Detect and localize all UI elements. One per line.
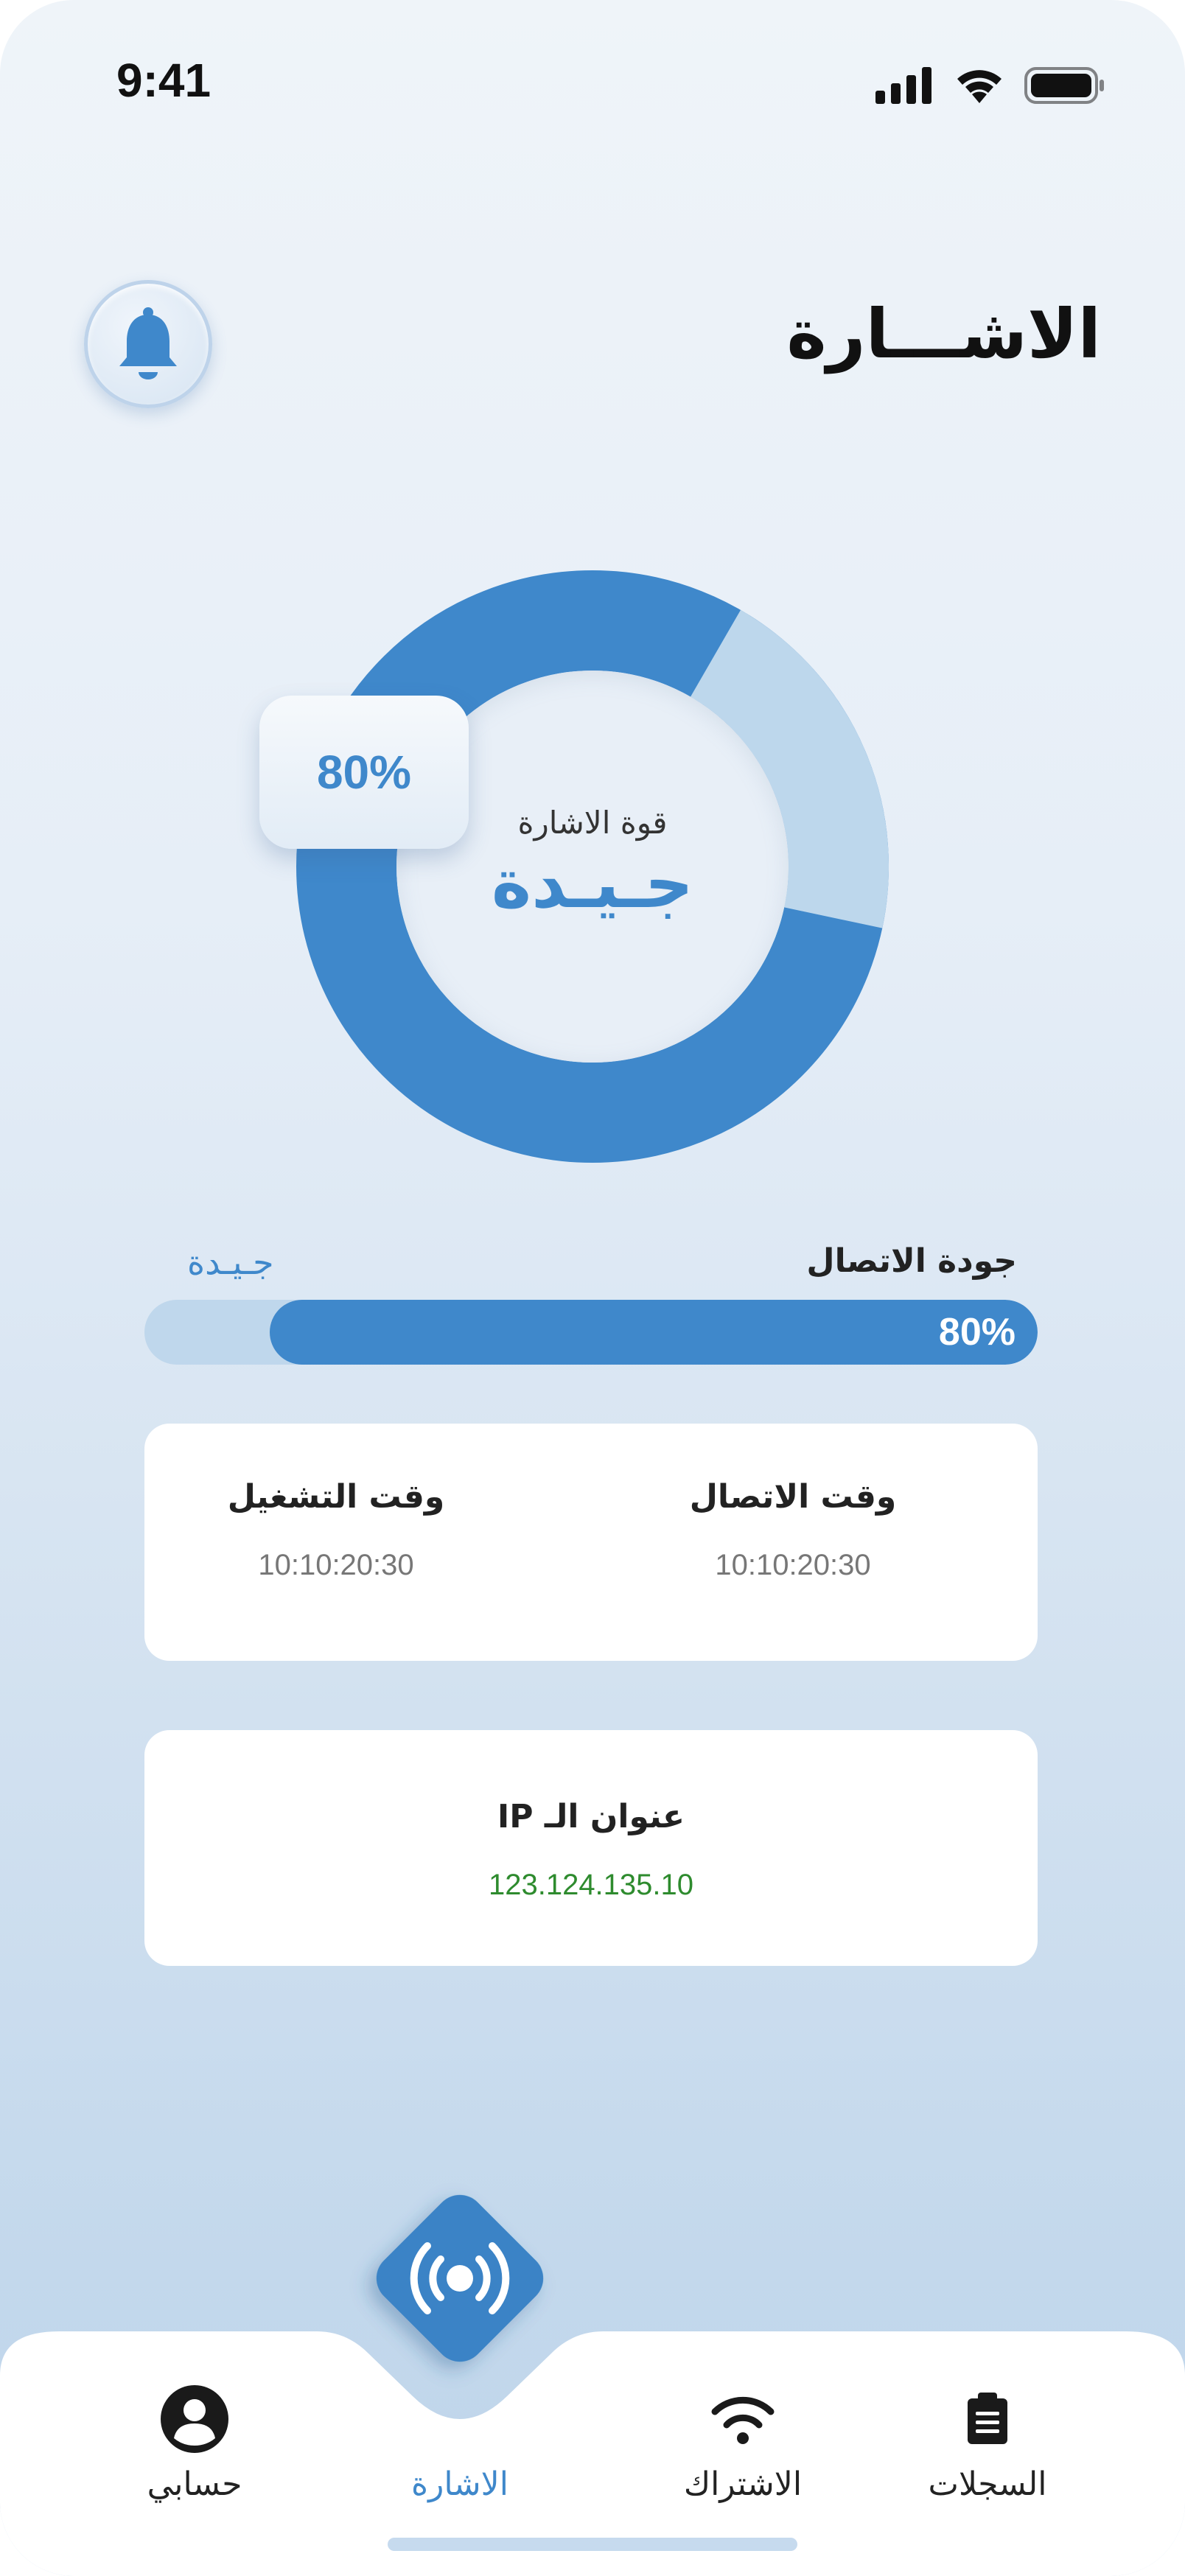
nav-label-subscription: الاشتراك [683, 2465, 803, 2503]
user-circle-icon [161, 2385, 228, 2453]
run-time-value: 10:10:20:30 [258, 1549, 414, 1581]
wifi-status-icon [957, 70, 1002, 103]
notifications-button[interactable] [84, 280, 212, 408]
bell-icon [119, 307, 177, 379]
connection-quality-percent: 80% [938, 1311, 1016, 1354]
status-icons [875, 66, 1105, 105]
signal-percent-badge: 80% [259, 696, 469, 849]
times-card: وقت الاتصال 10:10:20:30 وقت التشغيل 10:1… [144, 1424, 1038, 1661]
connection-time-value: 10:10:20:30 [715, 1549, 871, 1581]
wifi-icon [711, 2396, 775, 2444]
clipboard-icon [968, 2393, 1007, 2444]
signal-quality-word: جـيـدة [491, 844, 694, 923]
connection-quality-bar: 80% [144, 1300, 1038, 1365]
page-title: الاشـــارة [786, 295, 1101, 374]
status-time: 9:41 [116, 54, 212, 107]
nav-label-logs: السجلات [928, 2465, 1047, 2503]
signal-donut: قوة الاشارة جـيـدة [296, 570, 889, 1163]
ip-card: عنوان الـ IP 123.124.135.10 [144, 1730, 1038, 1966]
home-indicator [388, 2538, 797, 2551]
battery-icon [1024, 67, 1104, 104]
signal-fab-button[interactable] [345, 2163, 575, 2393]
signal-screen: 9:41 الاشـــارة قوة الاشارة جـيـدة 80% ج… [0, 0, 1185, 2576]
connection-quality-fill: 80% [269, 1300, 1038, 1365]
nav-item-subscription[interactable]: الاشتراك [647, 2379, 839, 2503]
nav-item-logs[interactable]: السجلات [892, 2379, 1083, 2503]
cellular-signal-icon [875, 67, 931, 104]
connection-quality-label: جودة الاتصال [806, 1242, 1017, 1280]
nav-label-signal: الاشارة [411, 2465, 508, 2503]
connection-quality-status: جـيـدة [187, 1242, 274, 1282]
ip-address-value: 123.124.135.10 [488, 1869, 694, 1901]
nav-item-account[interactable]: حسابي [99, 2379, 290, 2503]
nav-label-account: حسابي [147, 2465, 242, 2503]
run-time-label: وقت التشغيل [227, 1478, 445, 1516]
connection-time-label: وقت الاتصال [689, 1478, 897, 1516]
ip-address-label: عنوان الـ IP [497, 1798, 685, 1835]
nav-item-signal[interactable]: الاشارة [364, 2379, 556, 2503]
